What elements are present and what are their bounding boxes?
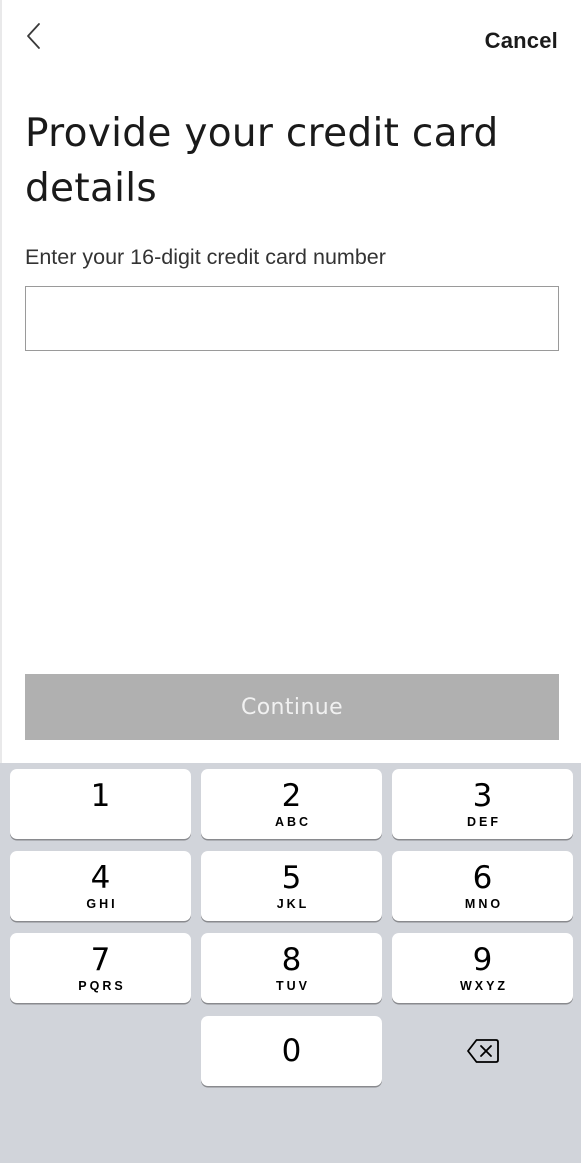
continue-button[interactable]: Continue	[25, 674, 559, 740]
key-digit: 5	[281, 859, 302, 896]
card-number-label: Enter your 16-digit credit card number	[25, 245, 386, 269]
key-letters: ABC	[274, 814, 312, 829]
delete-key[interactable]	[392, 1016, 573, 1086]
screen: Cancel Provide your credit card details …	[0, 0, 581, 1163]
key-letters: GHI	[86, 896, 118, 911]
key-5[interactable]: 5 JKL	[201, 851, 382, 921]
key-0[interactable]: 0	[201, 1016, 382, 1086]
back-button[interactable]	[24, 22, 60, 58]
key-digit: 7	[90, 941, 111, 978]
key-letters: DEF	[467, 814, 501, 829]
key-digit: 8	[281, 941, 302, 978]
key-letters	[99, 815, 102, 830]
key-digit: 9	[472, 941, 493, 978]
key-digit: 2	[281, 777, 302, 814]
key-2[interactable]: 2 ABC	[201, 769, 382, 839]
key-letters: TUV	[276, 978, 310, 993]
cancel-button[interactable]: Cancel	[485, 28, 558, 54]
key-letters: PQRS	[78, 978, 126, 993]
key-digit: 6	[472, 859, 493, 896]
page-title: Provide your credit card details	[25, 111, 499, 211]
key-digit: 4	[90, 859, 111, 896]
top-nav: Cancel	[0, 0, 581, 80]
key-digit: 0	[281, 1033, 302, 1069]
key-1[interactable]: 1	[10, 769, 191, 839]
key-letters: JKL	[276, 896, 310, 911]
backspace-icon	[466, 1039, 499, 1063]
edge-divider	[0, 0, 2, 763]
chevron-left-icon	[27, 23, 40, 49]
card-number-input[interactable]	[25, 286, 559, 351]
key-8[interactable]: 8 TUV	[201, 933, 382, 1003]
key-9[interactable]: 9 WXYZ	[392, 933, 573, 1003]
key-6[interactable]: 6 MNO	[392, 851, 573, 921]
key-digit: 3	[472, 777, 493, 814]
key-3[interactable]: 3 DEF	[392, 769, 573, 839]
key-digit: 1	[90, 777, 111, 814]
key-4[interactable]: 4 GHI	[10, 851, 191, 921]
key-letters: WXYZ	[459, 978, 509, 993]
key-7[interactable]: 7 PQRS	[10, 933, 191, 1003]
key-letters: MNO	[464, 896, 504, 911]
